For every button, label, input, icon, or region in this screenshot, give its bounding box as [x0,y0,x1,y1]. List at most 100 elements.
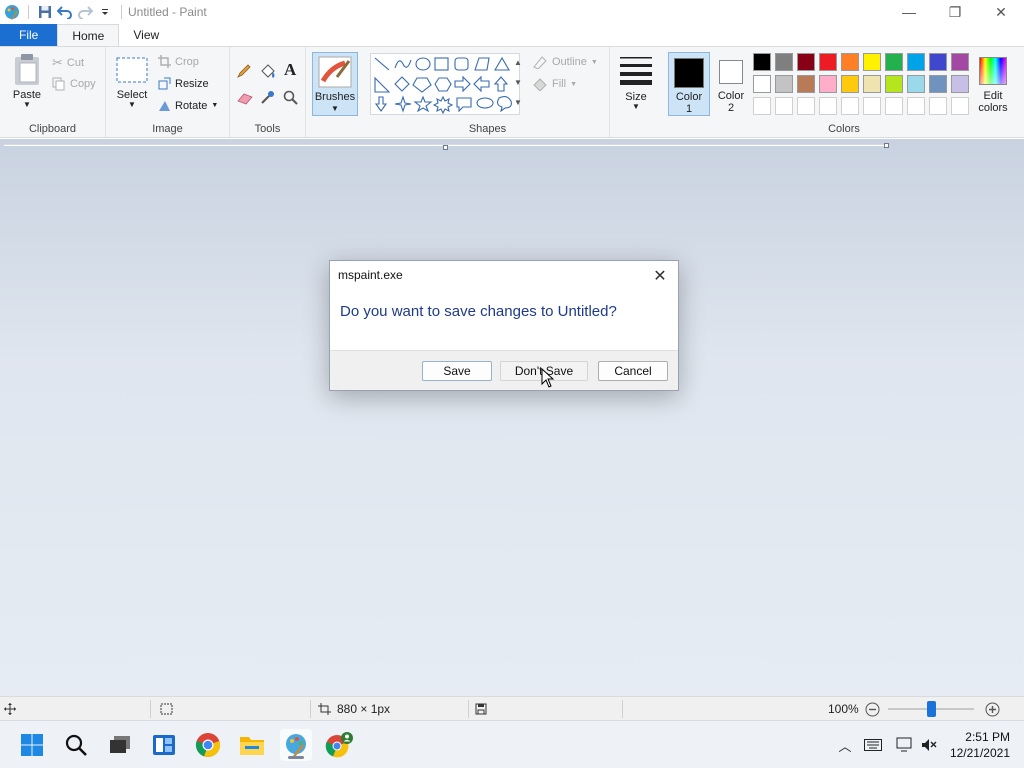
clipboard-group: Paste ▼ ✂ Cut Copy Clipboard [0,47,106,137]
undo-icon[interactable] [55,2,75,22]
palette-swatch[interactable] [907,75,925,93]
title-bar: Untitled - Paint — ❐ ✕ [0,0,1024,24]
canvas-resize-handle[interactable] [884,143,889,148]
rotate-button[interactable]: Rotate ▼ [158,99,218,112]
customize-toolbar-chevron-icon[interactable] [95,2,115,22]
dialog-button-bar: Save Don't Save Cancel [330,350,678,390]
status-divider [310,700,311,718]
resize-button[interactable]: Resize [158,77,209,90]
palette-swatch[interactable] [885,75,903,93]
palette-swatch[interactable] [863,97,881,115]
brush-icon [318,56,352,88]
palette-swatch[interactable] [753,75,771,93]
start-button[interactable] [16,729,48,761]
tab-home[interactable]: Home [57,24,120,46]
file-explorer-button[interactable] [236,729,268,761]
chrome-taskbar-button[interactable] [192,729,224,761]
show-hidden-icons-chevron-icon[interactable]: ︿ [836,736,854,755]
minimize-button[interactable]: — [886,0,932,24]
palette-swatch[interactable] [797,53,815,71]
clock[interactable]: 2:51 PM 12/21/2021 [950,729,1010,761]
palette-swatch[interactable] [797,75,815,93]
paint-app-icon[interactable] [2,2,22,22]
dialog-title: mspaint.exe [338,268,403,282]
palette-swatch[interactable] [841,97,859,115]
chevron-down-icon: ▼ [128,100,136,109]
palette-swatch[interactable] [863,53,881,71]
palette-swatch[interactable] [797,97,815,115]
palette-swatch[interactable] [819,97,837,115]
color2-button[interactable]: Color 2 [713,52,749,116]
size-button[interactable]: Size ▼ [618,55,654,111]
palette-swatch[interactable] [841,75,859,93]
zoom-out-icon[interactable] [865,702,880,717]
zoom-in-icon[interactable] [985,702,1000,717]
outline-button[interactable]: Outline ▼ [532,55,598,69]
canvas-resize-handle[interactable] [443,145,448,150]
save-button[interactable]: Save [422,361,492,381]
maximize-button[interactable]: ❐ [932,0,978,24]
eraser-icon[interactable] [236,91,254,105]
color1-label: Color 1 [669,91,709,115]
canvas-workspace[interactable] [0,139,1024,696]
widgets-button[interactable] [148,729,180,761]
chevron-down-icon: ▼ [632,102,640,111]
palette-swatch[interactable] [929,75,947,93]
network-icon[interactable] [896,737,914,753]
palette-swatch[interactable] [753,53,771,71]
shapes-gallery[interactable] [370,53,520,115]
shapes-scroll[interactable]: ▲ ▼ ▼ [512,53,524,115]
palette-swatch[interactable] [951,53,969,71]
fill-button[interactable]: Fill ▼ [532,77,577,91]
palette-swatch[interactable] [907,97,925,115]
search-button[interactable] [60,729,92,761]
palette-swatch[interactable] [885,97,903,115]
palette-swatch[interactable] [819,53,837,71]
keyboard-icon[interactable] [864,739,882,751]
color1-button[interactable]: Color 1 [668,52,710,116]
redo-icon[interactable] [75,2,95,22]
palette-swatch[interactable] [863,75,881,93]
palette-swatch[interactable] [819,75,837,93]
fill-bucket-icon[interactable] [259,62,277,80]
color2-label-line2: 2 [727,102,735,114]
crop-button[interactable]: Crop [158,55,199,68]
brushes-button[interactable]: Brushes ▼ [312,52,358,116]
palette-swatch[interactable] [951,75,969,93]
dialog-close-button[interactable]: ✕ [650,266,670,286]
copy-button[interactable]: Copy [52,77,96,91]
edit-colors-button[interactable]: Edit colors [973,52,1013,116]
palette-swatch[interactable] [929,53,947,71]
palette-swatch[interactable] [929,97,947,115]
palette-swatch[interactable] [775,97,793,115]
palette-swatch[interactable] [885,53,903,71]
volume-muted-icon[interactable] [920,737,938,753]
tab-view[interactable]: View [119,24,173,46]
chrome-profile-taskbar-button[interactable] [324,729,356,761]
palette-swatch[interactable] [753,97,771,115]
palette-swatch[interactable] [951,97,969,115]
text-tool-icon[interactable]: A [284,60,296,80]
tab-file[interactable]: File [0,24,58,46]
color1-label-line2: 1 [685,103,693,115]
paint-taskbar-button[interactable] [280,729,312,761]
ribbon: Paste ▼ ✂ Cut Copy Clipboard Select ▼ Cr… [0,46,1024,138]
zoom-slider-thumb[interactable] [927,701,936,717]
pencil-icon[interactable] [236,63,252,79]
resize-label: Resize [175,77,209,90]
cancel-button[interactable]: Cancel [598,361,668,381]
palette-swatch[interactable] [841,53,859,71]
palette-swatch[interactable] [907,53,925,71]
select-button[interactable]: Select ▼ [114,57,150,109]
cut-button[interactable]: ✂ Cut [52,55,84,71]
magnifier-icon[interactable] [283,90,299,106]
rainbow-icon [979,57,1007,85]
close-window-button[interactable]: ✕ [978,0,1024,24]
paste-button[interactable]: Paste ▼ [8,53,46,109]
palette-swatch[interactable] [775,75,793,93]
color-picker-icon[interactable] [260,89,276,105]
task-view-button[interactable] [104,729,136,761]
save-icon[interactable] [35,2,55,22]
palette-swatch[interactable] [775,53,793,71]
shapes-icons [374,56,512,115]
